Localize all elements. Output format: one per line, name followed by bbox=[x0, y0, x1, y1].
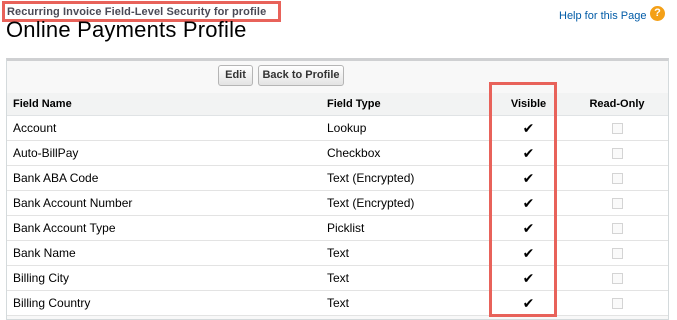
field-name-cell: Bank Name bbox=[7, 240, 321, 266]
read-only-cell bbox=[566, 215, 668, 241]
help-link[interactable]: Help for this Page bbox=[559, 10, 646, 22]
visible-cell: ✔ bbox=[491, 115, 566, 141]
read-only-cell bbox=[566, 165, 668, 191]
field-name-cell: Bank Account Type bbox=[7, 215, 321, 241]
read-only-cell bbox=[566, 240, 668, 266]
checkmark-icon: ✔ bbox=[522, 169, 535, 186]
field-type-cell: Text (Encrypted) bbox=[321, 165, 491, 191]
table-row: Billing Country Text ✔ bbox=[7, 290, 668, 316]
column-header-visible: Visible bbox=[491, 93, 566, 116]
visible-cell: ✔ bbox=[491, 215, 566, 241]
field-type-cell: Text bbox=[321, 240, 491, 266]
visible-cell: ✔ bbox=[491, 240, 566, 266]
column-header-read-only: Read-Only bbox=[566, 93, 668, 116]
field-name-cell: Account bbox=[7, 115, 321, 141]
column-header-field-name: Field Name bbox=[7, 93, 321, 116]
table-body: Account Lookup ✔ Auto-BillPay Checkbox ✔ Bank … bbox=[7, 115, 668, 316]
read-only-checkbox-icon bbox=[611, 298, 623, 310]
read-only-checkbox-icon bbox=[611, 248, 623, 260]
checkmark-icon: ✔ bbox=[522, 194, 535, 211]
edit-button[interactable]: Edit bbox=[218, 65, 253, 86]
field-security-table: Field Name Field Type Visible Read-Only … bbox=[7, 93, 668, 316]
field-type-cell: Text bbox=[321, 265, 491, 291]
field-type-cell: Lookup bbox=[321, 115, 491, 141]
field-type-cell: Picklist bbox=[321, 215, 491, 241]
visible-cell: ✔ bbox=[491, 190, 566, 216]
field-type-cell: Text (Encrypted) bbox=[321, 190, 491, 216]
field-name-cell: Billing Country bbox=[7, 290, 321, 316]
table-row: Bank Account Type Picklist ✔ bbox=[7, 215, 668, 241]
visible-cell: ✔ bbox=[491, 290, 566, 316]
checkmark-icon: ✔ bbox=[522, 219, 535, 236]
read-only-checkbox-icon bbox=[611, 273, 623, 285]
checkmark-icon: ✔ bbox=[522, 119, 535, 136]
visible-cell: ✔ bbox=[491, 165, 566, 191]
table-row: Auto-BillPay Checkbox ✔ bbox=[7, 140, 668, 166]
table-row: Account Lookup ✔ bbox=[7, 115, 668, 141]
visible-cell: ✔ bbox=[491, 140, 566, 166]
table-header-row: Field Name Field Type Visible Read-Only bbox=[7, 93, 668, 116]
read-only-cell bbox=[566, 290, 668, 316]
read-only-cell bbox=[566, 265, 668, 291]
field-name-cell: Bank Account Number bbox=[7, 190, 321, 216]
read-only-checkbox-icon bbox=[611, 223, 623, 235]
read-only-checkbox-icon bbox=[611, 198, 623, 210]
visible-cell: ✔ bbox=[491, 265, 566, 291]
field-name-cell: Bank ABA Code bbox=[7, 165, 321, 191]
read-only-cell bbox=[566, 115, 668, 141]
read-only-checkbox-icon bbox=[611, 148, 623, 160]
table-row: Bank Name Text ✔ bbox=[7, 240, 668, 266]
page-title: Online Payments Profile bbox=[6, 17, 247, 42]
checkmark-icon: ✔ bbox=[522, 244, 535, 261]
checkmark-icon: ✔ bbox=[522, 269, 535, 286]
read-only-checkbox-icon bbox=[611, 173, 623, 185]
column-header-field-type: Field Type bbox=[321, 93, 491, 116]
read-only-cell bbox=[566, 140, 668, 166]
table-row: Billing City Text ✔ bbox=[7, 265, 668, 291]
field-type-cell: Checkbox bbox=[321, 140, 491, 166]
field-type-cell: Text bbox=[321, 290, 491, 316]
back-to-profile-button[interactable]: Back to Profile bbox=[258, 65, 344, 86]
question-mark-icon[interactable]: ? bbox=[650, 6, 665, 21]
read-only-cell bbox=[566, 190, 668, 216]
table-row: Bank ABA Code Text (Encrypted) ✔ bbox=[7, 165, 668, 191]
field-name-cell: Billing City bbox=[7, 265, 321, 291]
table-row: Bank Account Number Text (Encrypted) ✔ bbox=[7, 190, 668, 216]
field-name-cell: Auto-BillPay bbox=[7, 140, 321, 166]
checkmark-icon: ✔ bbox=[522, 144, 535, 161]
checkmark-icon: ✔ bbox=[522, 294, 535, 311]
read-only-checkbox-icon bbox=[611, 123, 623, 135]
